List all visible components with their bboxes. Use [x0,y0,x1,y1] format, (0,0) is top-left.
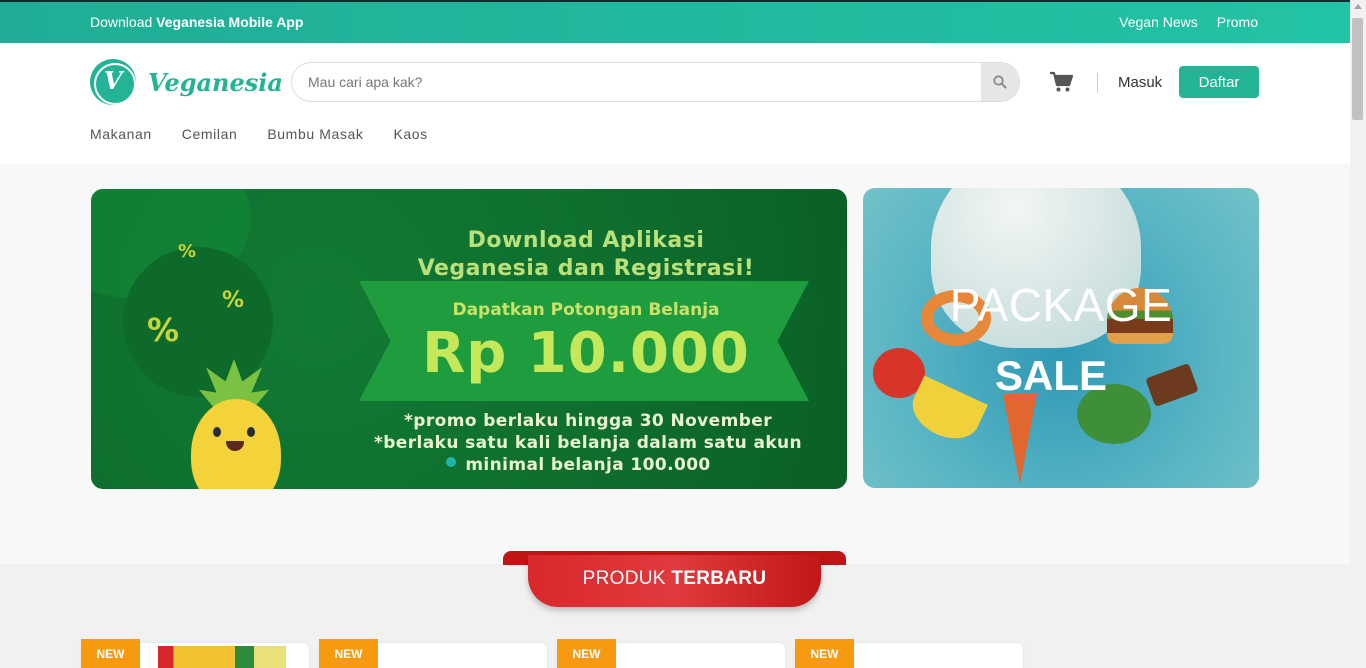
login-link[interactable]: Masuk [1118,74,1162,91]
pineapple-eye [247,427,255,437]
pineapple-eye [213,427,221,437]
search-input[interactable] [292,63,982,101]
banner-title-line2: Veganesia dan Registrasi! [417,256,755,281]
header-divider [1097,73,1098,93]
search-bar [291,62,1020,102]
download-app-link[interactable]: Download Veganesia Mobile App [90,14,303,30]
section-title-prefix: PRODUK [582,568,666,589]
percent-mark: % [222,288,245,313]
package-sale-banner[interactable]: PACKAGE SALE [863,188,1259,488]
new-badge: NEW [795,639,854,668]
new-badge: NEW [319,639,378,668]
banner-subtitle: Dapatkan Potongan Belanja [452,300,720,320]
category-cemilan[interactable]: Cemilan [182,126,238,142]
banner-note-3: minimal belanja 100.000 [465,455,711,475]
new-badge: NEW [557,639,616,668]
section-title-bold: TERBARU [671,568,767,589]
download-prefix: Download [90,14,153,30]
banner-note-2: *berlaku satu kali belanja dalam satu ak… [373,433,803,453]
vegan-news-link[interactable]: Vegan News [1119,14,1198,30]
banner-amount: Rp 10.000 [422,321,750,386]
package-sale-line2: SALE [994,352,1107,399]
search-icon [993,75,1007,89]
banner-title: Download Aplikasi Veganesia dan Registra… [381,227,791,283]
logo-text: Veganesia [148,67,283,97]
section-title: PRODUK TERBARU [503,568,846,590]
download-app-name: Veganesia Mobile App [156,14,304,30]
category-nav: Makanan Cemilan Bumbu Masak Kaos [90,126,428,142]
banner-title-line1: Download Aplikasi [467,228,705,253]
cart-icon[interactable] [1049,71,1073,93]
scrollbar-thumb[interactable] [1352,18,1363,120]
top-bar: Download Veganesia Mobile App Vegan News… [0,0,1350,43]
search-button[interactable] [981,63,1019,101]
promo-banner-main[interactable]: % % % Download Aplikasi Veganesia dan Re… [91,189,847,489]
site-logo[interactable]: Veganesia [90,59,283,105]
product-thumbnail[interactable] [158,646,286,668]
top-links: Vegan News Promo [1119,14,1258,30]
package-sale-line1: PACKAGE [949,279,1173,331]
logo-mark-icon [90,59,136,105]
site-header: Veganesia Masuk Daftar Makanan Cemilan B… [0,43,1350,164]
register-button[interactable]: Daftar [1179,66,1259,98]
percent-mark: % [178,241,197,262]
new-badge: NEW [81,639,140,668]
carrot-illustration [1003,394,1037,484]
promo-link[interactable]: Promo [1217,14,1258,30]
carousel-dot[interactable] [446,457,456,467]
scroll-up-arrow-icon[interactable] [1354,4,1362,9]
category-kaos[interactable]: Kaos [393,126,427,142]
percent-mark: % [147,311,180,349]
banner-note-1: *promo berlaku hingga 30 November [404,411,772,431]
category-bumbu-masak[interactable]: Bumbu Masak [267,126,363,142]
banner-circle-decoration [123,247,273,397]
category-makanan[interactable]: Makanan [90,126,152,142]
